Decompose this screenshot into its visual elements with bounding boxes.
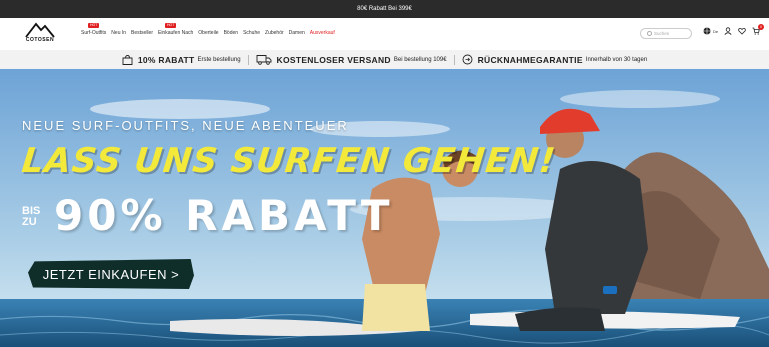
search-icon: [647, 31, 652, 36]
search-input[interactable]: Suchen: [640, 28, 692, 39]
announcement-bar: 80€ Rabatt Bei 399€: [0, 0, 769, 18]
globe-icon[interactable]: [703, 27, 711, 35]
heart-icon[interactable]: [738, 27, 746, 35]
search-placeholder: Suchen: [654, 31, 670, 36]
hero-banner[interactable]: NEUE SURF-OUTFITS, NEUE ABENTEUER LASS U…: [0, 69, 769, 347]
nav-zubehoer[interactable]: Zubehör: [265, 30, 284, 36]
hot-badge: HOT: [164, 23, 177, 28]
nav-label: Surf-Outfits: [81, 30, 107, 36]
truck-icon: [256, 55, 271, 65]
hero-title: LASS UNS SURFEN GEHEN!: [19, 141, 558, 181]
nav-surf-outfits[interactable]: HOT Surf-Outfits: [81, 23, 107, 36]
promo-divider: [247, 54, 249, 65]
nav-neu-in[interactable]: Neu In: [111, 30, 126, 36]
nav-boeden[interactable]: Böden: [224, 30, 238, 36]
promo-shipping-bold: KOSTENLOSER VERSAND: [276, 54, 391, 65]
hero-subtitle: NEUE SURF-OUTFITS, NEUE ABENTEUER: [22, 118, 349, 133]
nav-damen[interactable]: Damen: [289, 30, 305, 36]
promo-return-text: Innerhalb von 30 tagen: [585, 56, 648, 63]
user-icon[interactable]: [724, 27, 732, 35]
nav-label: Einkaufen Nach: [157, 30, 194, 36]
hero-discount: 90% RABATT: [54, 191, 394, 240]
announcement-text: 80€ Rabatt Bei 399€: [357, 6, 412, 12]
promo-discount-bold: 10% RABATT: [137, 54, 195, 65]
promo-discount-text: Erste bestellung: [197, 56, 241, 63]
logo-mountain-icon: [25, 22, 55, 38]
language-label[interactable]: De: [713, 29, 718, 34]
promo-shipping-text: Bei bestellung 109€: [393, 56, 447, 63]
nav-schuhe[interactable]: Schuhe: [243, 30, 260, 36]
nav-bestseller[interactable]: Bestseller: [131, 30, 153, 36]
return-icon: [462, 54, 473, 65]
cart-count-badge: 0: [758, 24, 765, 30]
site-header: COTOSEN HOT Surf-Outfits Neu In Bestselle…: [0, 18, 769, 50]
nav-oberteile[interactable]: Oberteile: [198, 30, 218, 36]
hero-discount-prefix: BIS ZU: [22, 205, 41, 228]
logo[interactable]: COTOSEN: [22, 22, 58, 46]
shop-now-button[interactable]: JETZT EINKAUFEN >: [28, 259, 194, 289]
cart-button[interactable]: 0: [752, 24, 765, 35]
hot-badge: HOT: [88, 23, 100, 28]
logo-text: COTOSEN: [25, 37, 55, 43]
nav-ausverkauf[interactable]: Ausverkauf: [310, 30, 335, 36]
nav-einkaufen-nach[interactable]: HOT Einkaufen Nach: [157, 23, 194, 36]
main-nav: HOT Surf-Outfits Neu In Bestseller HOT Ein…: [81, 23, 335, 36]
shopping-bag-icon: [122, 54, 133, 65]
header-icons: De 0: [703, 24, 765, 35]
promo-divider: [453, 54, 455, 65]
promo-return-bold: RÜCKNAHMEGARANTIE: [477, 54, 583, 65]
promo-strip: 10% RABATT Erste bestellung KOSTENLOSER …: [0, 50, 769, 69]
